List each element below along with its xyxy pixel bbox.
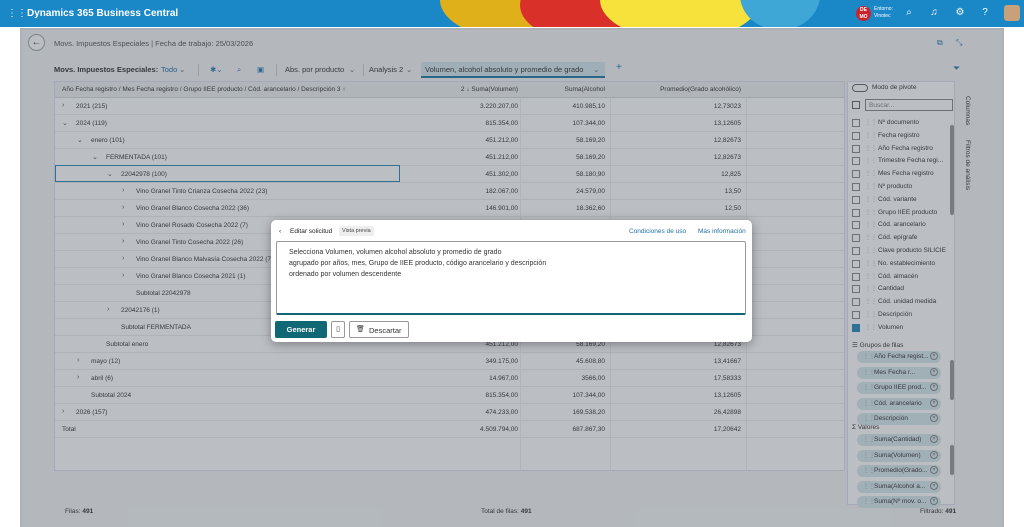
discard-label: Descartar — [369, 326, 402, 335]
banner-decoration — [740, 0, 820, 27]
prompt-line: ordenado por volumen descendente — [289, 271, 402, 278]
app-launcher-icon[interactable]: ⋮⋮ — [7, 9, 27, 19]
prompt-line: agrupado por años, mes, Grupo de IIEE pr… — [289, 260, 547, 267]
copy-icon[interactable]: ▯ — [331, 321, 345, 338]
back-chevron-icon[interactable]: ‹ — [279, 228, 281, 235]
dialog-title: Editar solicitud — [290, 228, 333, 235]
environment-line-1: Entorno: — [874, 6, 893, 12]
generate-button[interactable]: Generar — [275, 321, 327, 338]
search-icon[interactable]: ⌕ — [903, 7, 915, 19]
environment-line-2: Vinotec — [874, 13, 891, 19]
bell-icon[interactable]: ♫ — [928, 7, 940, 19]
terms-link[interactable]: Condiciones de uso — [629, 228, 686, 235]
prompt-line: Selecciona Volumen, volumen alcohol abso… — [289, 249, 502, 256]
top-bar: ⋮⋮ Dynamics 365 Business Central DE MO E… — [0, 0, 1024, 27]
more-info-link[interactable]: Más información — [698, 228, 746, 235]
trash-icon: 🗑 — [356, 326, 365, 333]
help-icon[interactable]: ? — [979, 7, 991, 19]
avatar[interactable] — [1004, 5, 1020, 21]
gear-icon[interactable]: ⚙ — [954, 7, 966, 19]
environment-label: Entorno: Vinotec — [874, 6, 893, 20]
discard-button[interactable]: 🗑 Descartar — [349, 321, 409, 338]
preview-badge: Vista previa — [339, 226, 374, 236]
banner-decoration — [600, 0, 760, 27]
environment-badge: DE MO — [856, 6, 871, 21]
app-title[interactable]: Dynamics 365 Business Central — [27, 8, 178, 19]
